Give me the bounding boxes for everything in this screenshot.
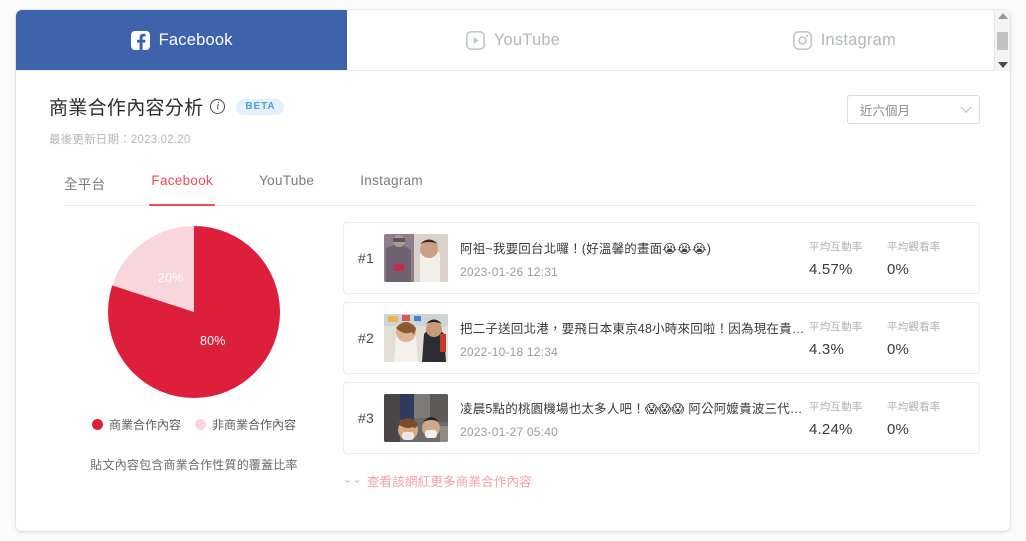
header-row: 商業合作內容分析 i BETA 近六個月 bbox=[16, 71, 1010, 124]
post-date: 2023-01-26 12:31 bbox=[460, 264, 558, 279]
table-row[interactable]: #2 把二子送回北港，要飛日本東京48小時來回啦！因為現在貴波兩隻... 202… bbox=[343, 302, 980, 374]
table-row[interactable]: #1 阿祖~我要回台北囉！(好溫馨的畫面😭😭😭) 2023-01-26 12:3… bbox=[343, 222, 980, 294]
subtab-all-platforms[interactable]: 全平台 bbox=[64, 173, 105, 205]
scrollbar-thumb[interactable] bbox=[997, 31, 1008, 50]
header-left: 商業合作內容分析 i BETA bbox=[49, 93, 284, 120]
scroll-down-arrow-icon[interactable] bbox=[997, 62, 1008, 68]
pie-shape bbox=[108, 226, 280, 398]
double-chevron-down-icon: ⌄⌄ bbox=[343, 474, 362, 486]
pie-label-primary: 80% bbox=[200, 334, 226, 348]
platform-tab-label: Facebook bbox=[158, 30, 233, 49]
platform-tab-label: Instagram bbox=[820, 30, 896, 49]
date-range-select[interactable]: 近六個月 bbox=[847, 95, 980, 124]
legend-item-primary: 商業合作內容 bbox=[91, 416, 181, 433]
metric-value: 4.24% bbox=[809, 420, 853, 438]
platform-tab-label: YouTube bbox=[493, 30, 561, 49]
instagram-icon bbox=[792, 30, 812, 50]
metric-engagement: 平均互動率 4.3% bbox=[807, 319, 885, 358]
beta-badge: BETA bbox=[236, 98, 284, 115]
analysis-card: Facebook YouTube Instagram 商業合作內容分析 i BE… bbox=[16, 10, 1010, 531]
youtube-icon bbox=[465, 30, 485, 50]
metric-label: 平均觀看率 bbox=[887, 240, 941, 253]
content-area: 80% 20% 商業合作內容 非商業合作內容 貼文內容包含商業合作性質的覆蓋比率… bbox=[16, 206, 1010, 490]
metric-label: 平均觀看率 bbox=[887, 320, 941, 333]
subtab-instagram[interactable]: Instagram bbox=[360, 173, 423, 205]
post-title: 凌晨5點的桃園機場也太多人吧！😱😱😱 阿公阿嬤貴波三代親子... bbox=[460, 401, 807, 416]
pie-caption: 貼文內容包含商業合作性質的覆蓋比率 bbox=[90, 458, 298, 472]
page-title: 商業合作內容分析 bbox=[49, 98, 204, 119]
pie-label-secondary: 20% bbox=[158, 271, 184, 285]
post-rank: #1 bbox=[358, 250, 374, 266]
metric-label: 平均觀看率 bbox=[887, 400, 941, 413]
platform-tab-instagram[interactable]: Instagram bbox=[679, 10, 1010, 70]
pie-chart-panel: 80% 20% 商業合作內容 非商業合作內容 貼文內容包含商業合作性質的覆蓋比率 bbox=[49, 220, 339, 490]
last-updated-text: 最後更新日期：2023.02.20 bbox=[49, 134, 191, 146]
pie-legend: 商業合作內容 非商業合作內容 bbox=[91, 416, 296, 433]
metric-view: 平均觀看率 0% bbox=[885, 399, 963, 438]
post-info: 把二子送回北港，要飛日本東京48小時來回啦！因為現在貴波兩隻... 2022-1… bbox=[460, 318, 807, 359]
metric-value: 0% bbox=[887, 420, 910, 438]
metric-view: 平均觀看率 0% bbox=[885, 239, 963, 278]
platform-tab-youtube[interactable]: YouTube bbox=[347, 10, 678, 70]
facebook-icon bbox=[130, 30, 150, 50]
metric-label: 平均互動率 bbox=[809, 240, 863, 253]
view-more-label: 查看該網紅更多商業合作內容 bbox=[366, 475, 532, 489]
legend-label: 商業合作內容 bbox=[108, 418, 181, 432]
vertical-scrollbar[interactable] bbox=[994, 10, 1010, 71]
date-range-value: 近六個月 bbox=[860, 104, 911, 118]
pie-chart: 80% 20% bbox=[108, 226, 280, 398]
platform-tab-facebook[interactable]: Facebook bbox=[16, 10, 348, 70]
metric-value: 4.57% bbox=[809, 260, 853, 278]
metric-engagement: 平均互動率 4.57% bbox=[807, 239, 885, 278]
metric-value: 4.3% bbox=[809, 340, 844, 358]
title-line: 商業合作內容分析 i BETA bbox=[49, 93, 284, 120]
post-metrics: 平均互動率 4.3% 平均觀看率 0% bbox=[807, 319, 963, 358]
post-title: 把二子送回北港，要飛日本東京48小時來回啦！因為現在貴波兩隻... bbox=[460, 321, 807, 336]
post-thumbnail bbox=[384, 314, 448, 362]
platform-filter-tabs: 全平台 Facebook YouTube Instagram bbox=[64, 173, 977, 206]
post-thumbnail bbox=[384, 234, 448, 282]
subtab-facebook[interactable]: Facebook bbox=[149, 173, 215, 206]
card-body: 商業合作內容分析 i BETA 近六個月 最後更新日期：2023.02.20 全… bbox=[16, 71, 1010, 490]
subtab-youtube[interactable]: YouTube bbox=[259, 173, 314, 205]
metric-label: 平均互動率 bbox=[809, 320, 863, 333]
table-row[interactable]: #3 凌晨5點的桃園機場也太多人吧！😱😱😱 阿公阿嬤貴波三代親子... 2023… bbox=[343, 382, 980, 454]
post-thumbnail bbox=[384, 394, 448, 442]
post-info: 凌晨5點的桃園機場也太多人吧！😱😱😱 阿公阿嬤貴波三代親子... 2023-01… bbox=[460, 398, 807, 439]
legend-color-dot bbox=[91, 419, 103, 430]
legend-color-dot bbox=[195, 419, 206, 430]
app-root: Facebook YouTube Instagram 商業合作內容分析 i BE… bbox=[0, 0, 1026, 541]
metric-engagement: 平均互動率 4.24% bbox=[807, 399, 885, 438]
metric-label: 平均互動率 bbox=[809, 400, 863, 413]
post-rank: #2 bbox=[358, 330, 374, 346]
post-rank: #3 bbox=[358, 410, 374, 426]
post-metrics: 平均互動率 4.57% 平均觀看率 0% bbox=[807, 239, 963, 278]
metric-value: 0% bbox=[887, 340, 910, 358]
scroll-up-arrow-icon[interactable] bbox=[997, 13, 1008, 19]
post-date: 2023-01-27 05:40 bbox=[460, 424, 558, 439]
legend-item-secondary: 非商業合作內容 bbox=[195, 416, 296, 433]
metric-view: 平均觀看率 0% bbox=[885, 319, 963, 358]
info-icon[interactable]: i bbox=[210, 99, 226, 114]
platform-tab-bar: Facebook YouTube Instagram bbox=[16, 10, 1010, 71]
post-info: 阿祖~我要回台北囉！(好溫馨的畫面😭😭😭) 2023-01-26 12:31 bbox=[460, 238, 807, 279]
view-more-link[interactable]: ⌄⌄ 查看該網紅更多商業合作內容 bbox=[343, 471, 532, 490]
chevron-down-icon bbox=[960, 101, 972, 113]
post-list: #1 阿祖~我要回台北囉！(好溫馨的畫面😭😭😭) 2023-01-26 12:3… bbox=[343, 220, 980, 490]
post-title: 阿祖~我要回台北囉！(好溫馨的畫面😭😭😭) bbox=[460, 241, 712, 256]
metric-value: 0% bbox=[887, 260, 910, 278]
legend-label: 非商業合作內容 bbox=[212, 418, 297, 432]
post-metrics: 平均互動率 4.24% 平均觀看率 0% bbox=[807, 399, 963, 438]
post-date: 2022-10-18 12:34 bbox=[460, 344, 558, 359]
